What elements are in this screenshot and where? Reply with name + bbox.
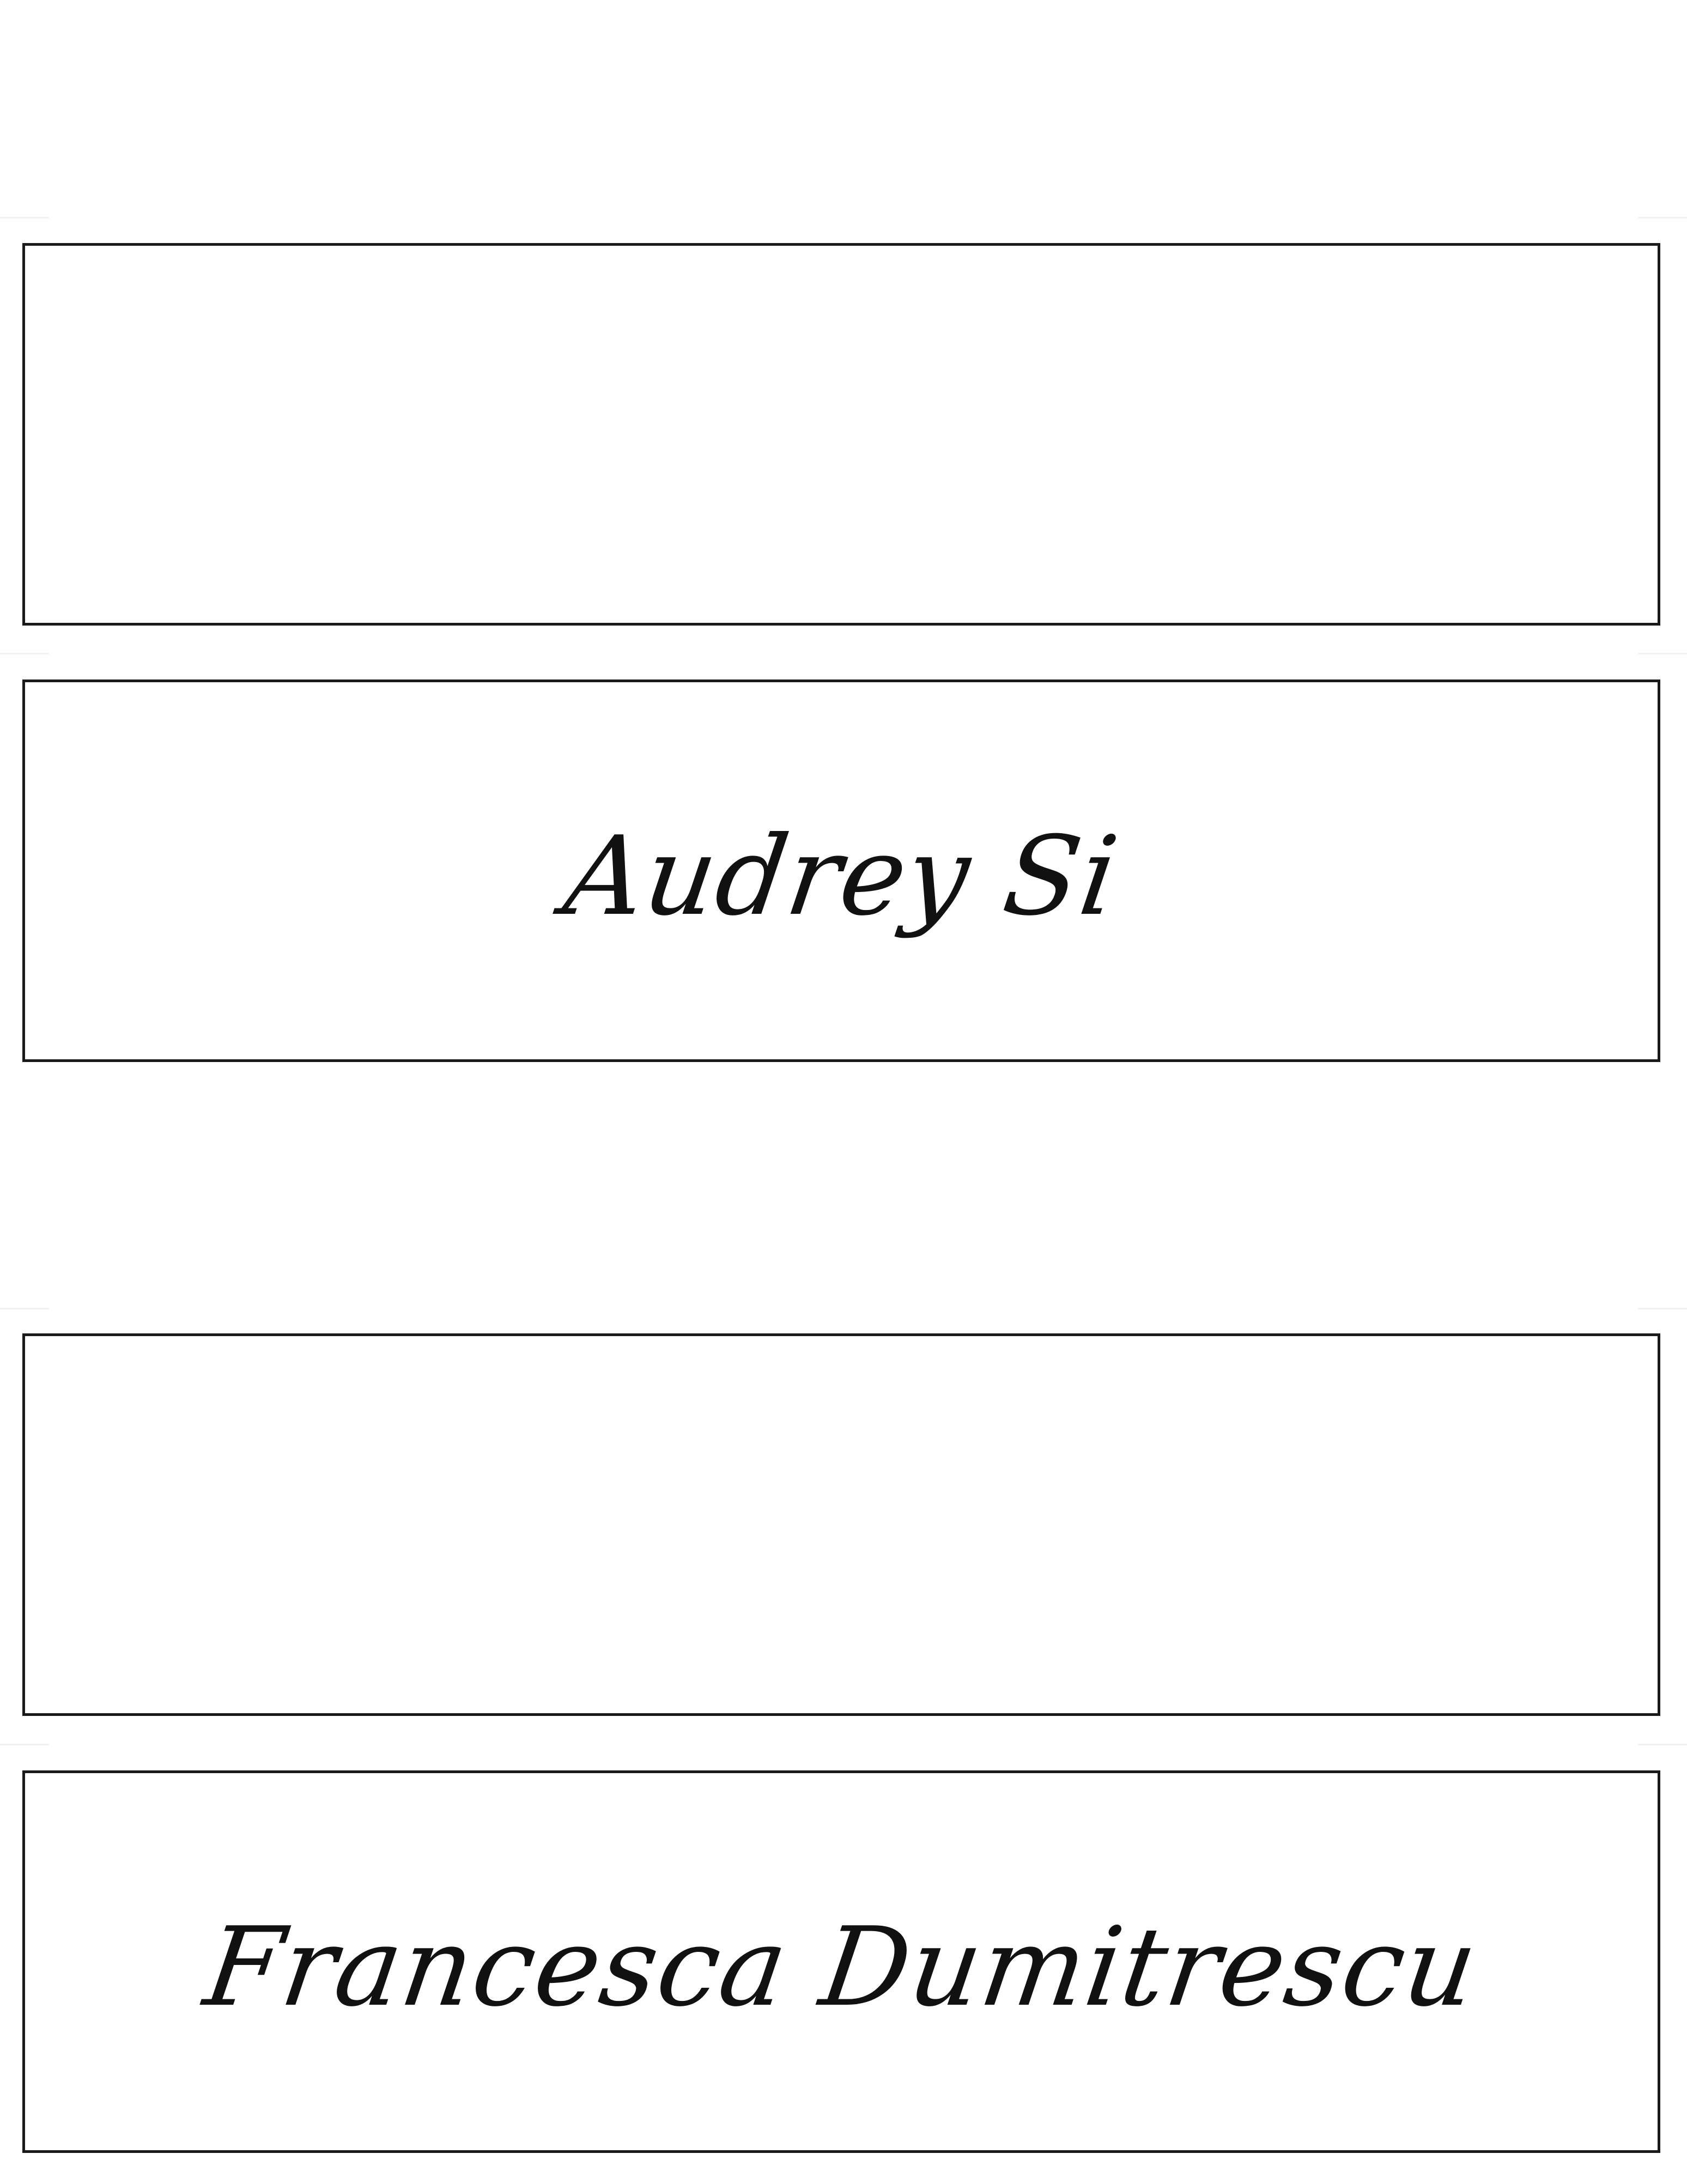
fold-mark-left-4 (0, 1744, 49, 1745)
fold-mark-right-1 (1638, 217, 1687, 219)
fold-mark-right-4 (1638, 1744, 1687, 1745)
fold-mark-left-3 (0, 1308, 49, 1309)
place-card-top-back (22, 243, 1660, 626)
fold-mark-left-1 (0, 217, 49, 219)
place-card-bottom-back (22, 1333, 1660, 1716)
place-card-bottom-front: Francesca Dumitrescu (22, 1770, 1660, 2153)
fold-mark-right-3 (1638, 1308, 1687, 1309)
fold-mark-right-2 (1638, 653, 1687, 654)
place-card-name: Audrey Si (557, 812, 1126, 940)
fold-mark-left-2 (0, 653, 49, 654)
place-card-top-front: Audrey Si (22, 680, 1660, 1062)
place-card-name: Francesca Dumitrescu (197, 1903, 1485, 2031)
